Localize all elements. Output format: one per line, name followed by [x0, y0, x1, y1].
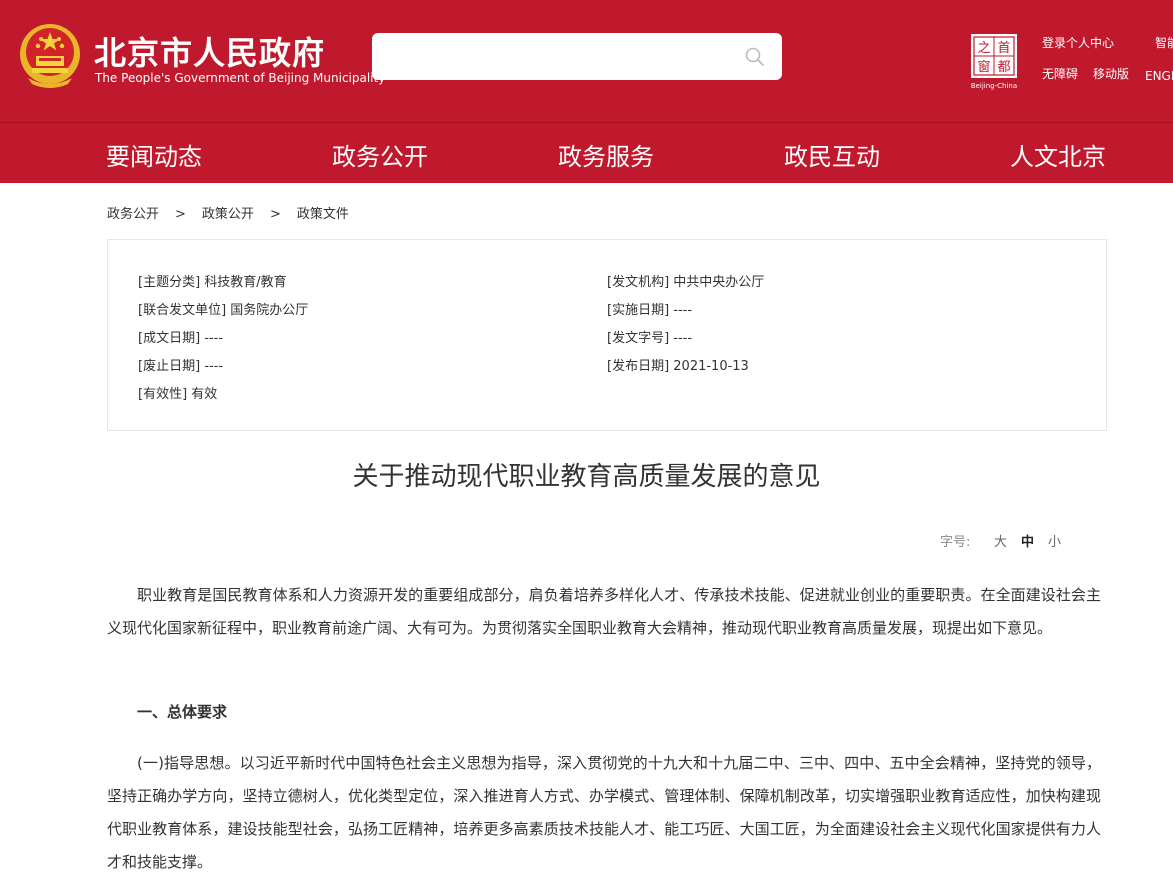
breadcrumb-item[interactable]: 政策文件 [297, 203, 349, 222]
capital-window-logo[interactable]: 首 都 之 窗 Beijing-China [965, 32, 1023, 90]
info-publish-date: [发布日期] 2021-10-13 [607, 359, 749, 374]
svg-text:都: 都 [997, 60, 1010, 75]
info-joint-issuer: [联合发文单位] 国务院办公厅 [138, 303, 309, 318]
info-topic: [主题分类] 科技教育/教育 [138, 275, 287, 290]
login-link[interactable]: 登录个人中心 [1042, 34, 1114, 51]
site-header: 北京市人民政府 The People's Government of Beiji… [0, 0, 1173, 122]
svg-text:窗: 窗 [977, 59, 990, 75]
font-size-small-button[interactable]: 小 [1048, 531, 1061, 550]
info-doc-number: [发文字号] ---- [607, 331, 693, 346]
national-emblem-icon[interactable] [18, 22, 82, 90]
breadcrumb: 政务公开 > 政策公开 > 政策文件 [107, 203, 349, 222]
article-paragraph: 职业教育是国民教育体系和人力资源开发的重要组成部分，肩负着培养多样化人才、传承技… [107, 586, 1101, 637]
nav-item-culture[interactable]: 人文北京 [1010, 137, 1106, 172]
nav-item-interaction[interactable]: 政民互动 [784, 137, 880, 172]
info-written-date: [成文日期] ---- [138, 331, 224, 346]
mobile-version-link[interactable]: 移动版 [1093, 65, 1129, 82]
english-link[interactable]: ENGL [1145, 69, 1173, 83]
font-size-label: 字号: [940, 535, 971, 550]
nav-item-services[interactable]: 政务服务 [558, 137, 654, 172]
section-heading: 一、总体要求 [137, 703, 228, 721]
svg-text:之: 之 [977, 41, 990, 56]
site-title[interactable]: 北京市人民政府 [94, 28, 325, 74]
breadcrumb-separator: > [175, 207, 186, 222]
smart-link[interactable]: 智能 [1155, 34, 1173, 51]
search-icon[interactable] [744, 46, 766, 68]
accessibility-link[interactable]: 无障碍 [1042, 65, 1078, 82]
info-validity: [有效性] 有效 [138, 387, 218, 402]
font-size-medium-button[interactable]: 中 [1021, 531, 1034, 550]
info-effective-date: [实施日期] ---- [607, 303, 693, 318]
svg-text:Beijing-China: Beijing-China [971, 82, 1017, 90]
nav-item-news[interactable]: 要闻动态 [106, 137, 202, 172]
article-title: 关于推动现代职业教育高质量发展的意见 [352, 462, 821, 492]
article-paragraph: (一)指导思想。以习近平新时代中国特色社会主义思想为指导，深入贯彻党的十九大和十… [107, 754, 1101, 871]
nav-item-government-affairs[interactable]: 政务公开 [332, 137, 428, 172]
breadcrumb-item[interactable]: 政务公开 [107, 203, 159, 222]
breadcrumb-item[interactable]: 政策公开 [202, 203, 254, 222]
site-subtitle[interactable]: The People's Government of Beijing Munic… [95, 71, 385, 85]
info-issuer: [发文机构] 中共中央办公厅 [607, 275, 765, 290]
info-abolish-date: [废止日期] ---- [138, 359, 224, 374]
breadcrumb-separator: > [269, 207, 281, 222]
search-input[interactable] [372, 33, 782, 80]
document-info-panel: [主题分类] 科技教育/教育 [发文机构] 中共中央办公厅 [联合发文单位] 国… [107, 239, 1107, 431]
svg-text:首: 首 [997, 41, 1010, 56]
font-size-large-button[interactable]: 大 [994, 531, 1007, 550]
main-nav: 要闻动态 政务公开 政务服务 政民互动 人文北京 [0, 123, 1173, 183]
